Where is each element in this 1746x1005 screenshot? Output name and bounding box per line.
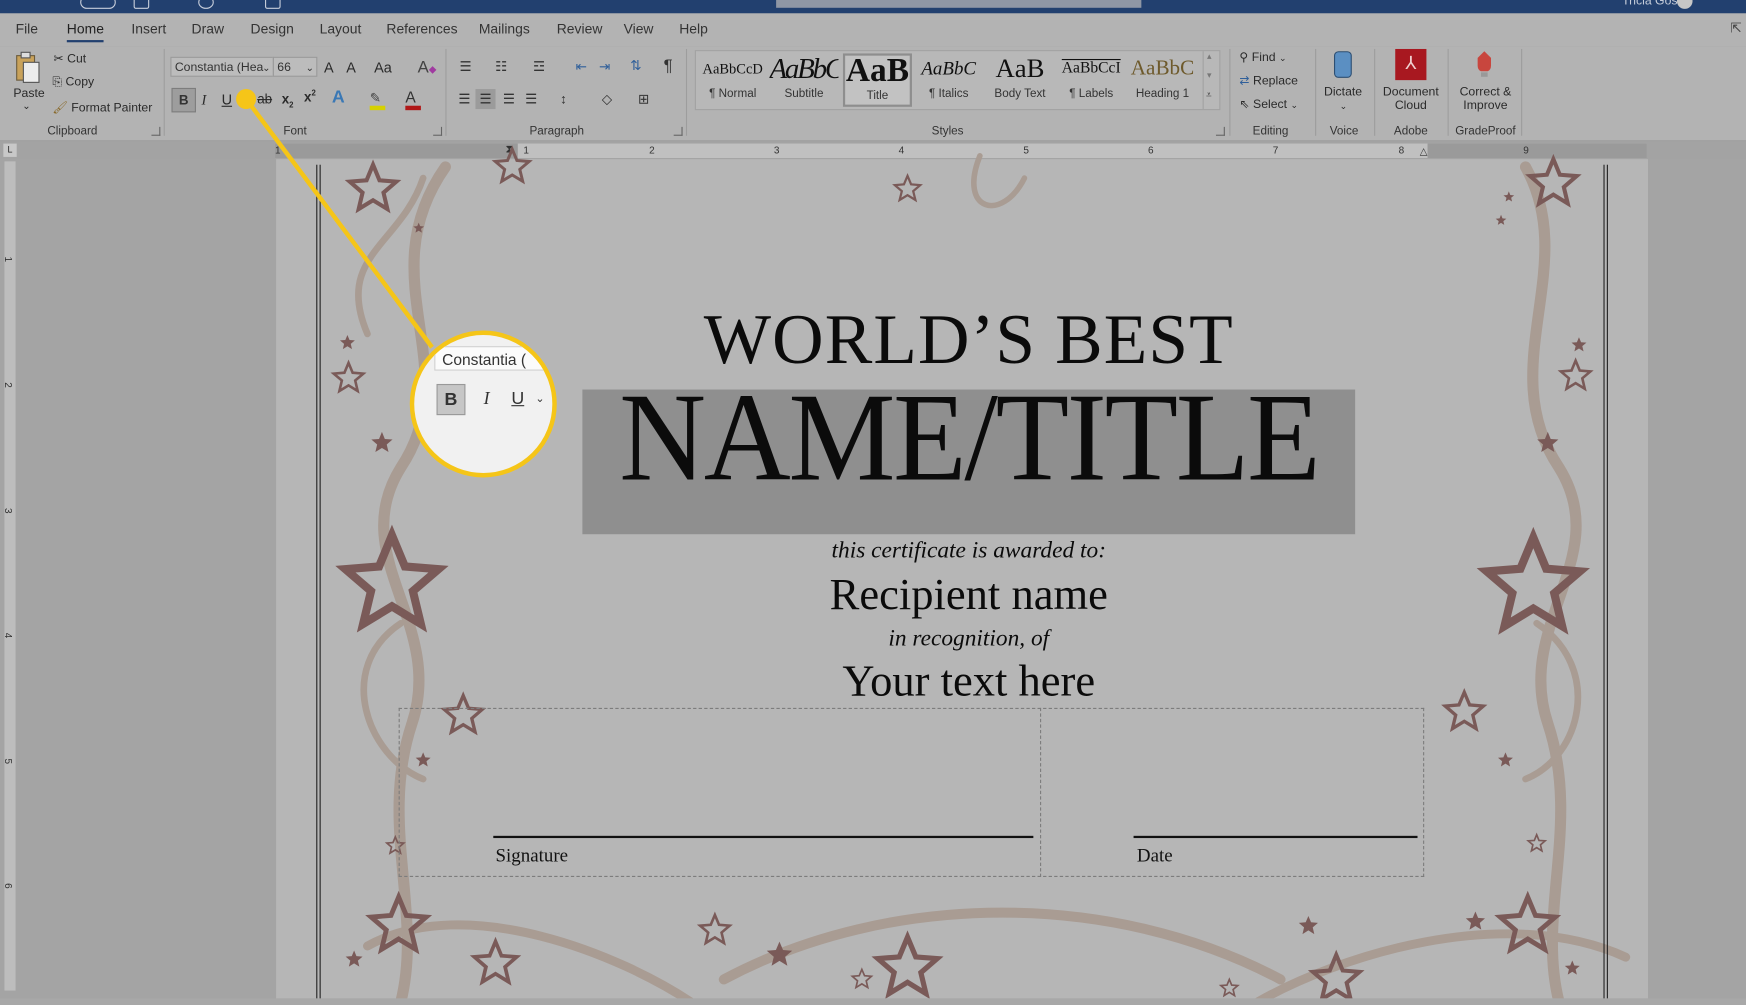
star-icon xyxy=(1526,832,1548,853)
swirl xyxy=(363,920,695,1005)
status-bar xyxy=(0,998,1746,1005)
swirl xyxy=(971,153,1028,209)
your-text[interactable]: Your text here xyxy=(668,654,1269,706)
star-icon xyxy=(1298,915,1318,935)
star-icon xyxy=(1465,911,1485,930)
page-border-left xyxy=(316,164,321,1002)
star-icon xyxy=(1503,191,1515,202)
chevron-down-icon: ⌄ xyxy=(535,392,545,406)
star-icon xyxy=(330,359,367,394)
callout-underline-button: U xyxy=(511,389,525,409)
callout-font-field: Constantia ( xyxy=(434,346,553,371)
star-icon xyxy=(696,911,733,946)
magnified-callout: Constantia ( B I U ⌄ xyxy=(409,330,557,478)
recognition-text[interactable]: in recognition, of xyxy=(668,624,1269,652)
star-icon xyxy=(371,431,393,452)
star-icon xyxy=(1571,337,1587,352)
date-label[interactable]: Date xyxy=(1137,845,1173,867)
callout-italic-button: I xyxy=(483,389,490,409)
star-icon xyxy=(339,335,355,350)
signature-label[interactable]: Signature xyxy=(496,845,569,867)
star-icon xyxy=(491,145,533,185)
star-icon xyxy=(892,172,923,203)
word-window: Tricia Goss File Home Insert Draw Design… xyxy=(0,0,1746,1005)
star-icon xyxy=(1498,752,1513,767)
signature-line xyxy=(493,835,1034,839)
star-icon xyxy=(1476,526,1590,635)
date-line xyxy=(1133,835,1418,839)
star-icon xyxy=(1557,357,1594,392)
star-icon xyxy=(1441,687,1488,733)
star-icon xyxy=(1218,977,1240,998)
callout-dot xyxy=(236,89,257,110)
table-divider xyxy=(1040,707,1042,878)
page-border-right xyxy=(1603,164,1608,1002)
callout-bold-button: B xyxy=(436,383,466,416)
star-icon xyxy=(850,967,874,990)
swirl xyxy=(718,907,1286,985)
certificate-title[interactable]: NAME/TITLE xyxy=(577,366,1361,511)
star-icon xyxy=(1495,214,1507,225)
star-icon xyxy=(871,930,944,1000)
recipient-name[interactable]: Recipient name xyxy=(668,568,1269,620)
star-icon xyxy=(344,159,402,214)
star-icon xyxy=(469,936,522,986)
star-icon xyxy=(1564,960,1580,975)
star-icon xyxy=(345,950,363,967)
awarded-text[interactable]: this certificate is awarded to: xyxy=(668,536,1269,564)
